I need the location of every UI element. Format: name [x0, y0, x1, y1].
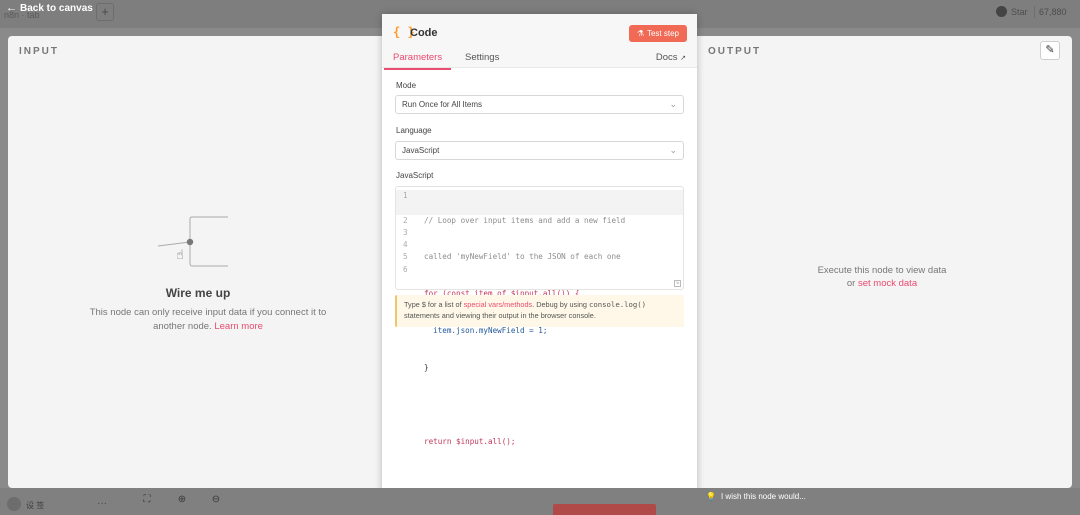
resize-handle-icon[interactable]: ⇲	[674, 280, 681, 287]
empty-state-description: This node can only receive input data if…	[89, 307, 327, 332]
output-empty-state: Execute this node to view data or set mo…	[692, 264, 1072, 290]
svg-text:☝: ☝	[176, 248, 184, 263]
set-mock-data-link[interactable]: set mock data	[858, 278, 917, 289]
star-count: 67,880	[1034, 6, 1071, 18]
input-panel-title: INPUT	[19, 46, 59, 57]
execute-workflow-button[interactable]	[553, 504, 656, 515]
execute-node-text: Execute this node to view data	[817, 265, 947, 276]
node-title[interactable]: Code	[410, 27, 438, 39]
chevron-down-icon: ⌄	[669, 99, 677, 109]
empty-state-title: Wire me up	[165, 286, 231, 300]
edit-output-button[interactable]: ✎	[1040, 41, 1060, 60]
node-parameters-panel: { } Code ⚗ Test step Parameters Settings…	[382, 14, 697, 503]
flask-icon: ⚗	[636, 29, 644, 38]
docs-link[interactable]: Docs ↗	[656, 52, 686, 63]
code-line: item.json.myNewField = 1;	[424, 326, 548, 336]
output-panel-title: OUTPUT	[708, 46, 762, 57]
code-editor[interactable]: 1 2 3 4 5 6 // Loop over input items and…	[395, 186, 684, 446]
code-line: // Loop over input items and add a new f…	[424, 215, 626, 225]
code-line: }	[424, 363, 429, 373]
code-editor-label: JavaScript	[396, 171, 434, 180]
input-panel: INPUT ☝ Wire me up This node can only re…	[8, 36, 388, 488]
tab-parameters[interactable]: Parameters	[384, 52, 452, 70]
hint-code: console.log()	[588, 300, 647, 309]
empty-state-text: This node can only receive input data if…	[88, 306, 328, 334]
test-step-button[interactable]: ⚗ Test step	[628, 25, 687, 42]
hint-text-3: statements and viewing their output in t…	[404, 311, 596, 320]
special-vars-link[interactable]: special vars/methods	[464, 300, 533, 309]
code-lines[interactable]: // Loop over input items and add a new f…	[424, 190, 625, 473]
mode-value: Run Once for All Items	[402, 100, 483, 109]
canvas-footer	[0, 488, 1080, 515]
line-number: 4	[403, 240, 408, 250]
wish-text: I wish this node would...	[720, 492, 806, 501]
feedback-wish-link[interactable]: 💡 I wish this node would...	[706, 492, 806, 501]
external-link-icon: ↗	[680, 55, 686, 62]
mode-select[interactable]: Run Once for All Items ⌄	[395, 95, 684, 114]
or-text: or	[846, 278, 856, 289]
learn-more-link[interactable]: Learn more	[214, 321, 263, 332]
zoom-out-icon[interactable]: ⊖	[207, 494, 225, 508]
lightbulb-icon: 💡	[706, 492, 716, 501]
zoom-in-icon[interactable]: ⊕	[173, 494, 191, 508]
node-header: { } Code ⚗ Test step Parameters Settings…	[382, 14, 697, 70]
github-star-button[interactable]: Star	[996, 6, 1028, 17]
back-to-canvas-button[interactable]: ← Back to canvas	[6, 2, 93, 14]
star-label: Star	[1011, 6, 1028, 17]
back-to-canvas-label: Back to canvas	[20, 2, 93, 14]
mode-label: Mode	[396, 81, 417, 90]
tab-settings[interactable]: Settings	[465, 52, 499, 67]
add-tab-button[interactable]: +	[96, 3, 114, 21]
hint-text-2: . Debug by using	[532, 300, 587, 309]
language-value: JavaScript	[402, 146, 440, 155]
line-number: 5	[403, 252, 408, 262]
avatar[interactable]	[7, 497, 21, 511]
line-number: 1	[403, 191, 408, 200]
github-icon	[996, 6, 1007, 17]
line-number: 3	[403, 227, 408, 237]
pencil-icon: ✎	[1045, 44, 1055, 56]
wire-illustration-icon: ☝	[158, 216, 228, 267]
code-line: called 'myNewField' to the JSON of each …	[424, 252, 621, 262]
line-number	[403, 202, 413, 214]
chevron-down-icon: ⌄	[669, 145, 677, 155]
docs-label: Docs	[655, 52, 678, 63]
language-select[interactable]: JavaScript ⌄	[395, 141, 684, 160]
line-number-gutter: 1 2 3 4 5 6	[403, 190, 413, 276]
fit-view-icon[interactable]: ⛶	[138, 494, 156, 508]
mock-data-line: or set mock data	[692, 277, 1072, 290]
code-line: return $input.all();	[424, 436, 516, 446]
line-number: 6	[403, 264, 408, 274]
arrow-left-icon: ←	[6, 2, 17, 14]
language-label: Language	[396, 126, 432, 135]
user-name: 设 签	[26, 501, 45, 510]
output-panel: OUTPUT ✎ Execute this node to view data …	[692, 36, 1072, 488]
code-hint-callout: Type $ for a list of special vars/method…	[395, 295, 684, 327]
test-step-label: Test step	[646, 29, 679, 38]
hint-text-1: Type $ for a list of	[404, 300, 462, 309]
more-options-icon[interactable]: ···	[97, 498, 107, 509]
line-number: 2	[403, 215, 408, 225]
